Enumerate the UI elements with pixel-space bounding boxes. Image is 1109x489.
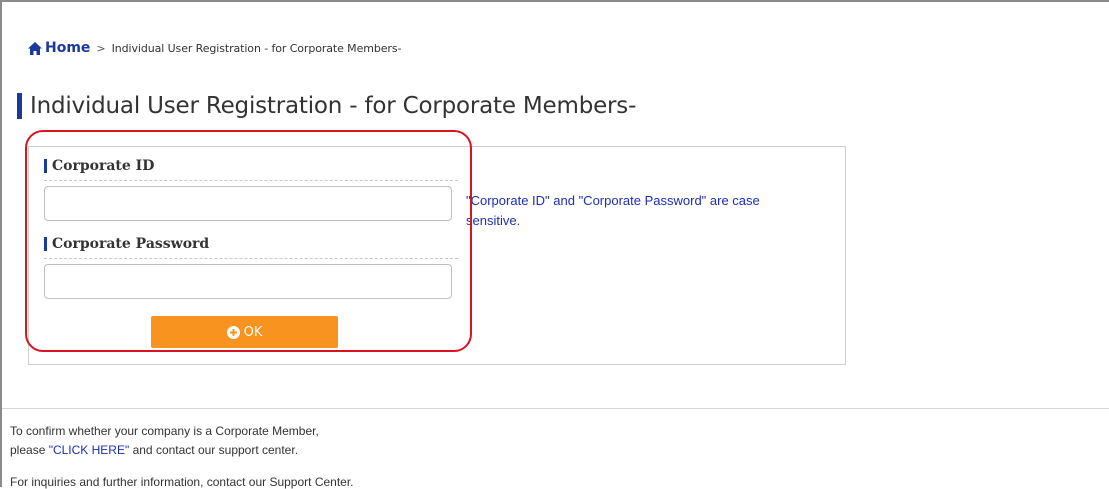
- section-divider: [2, 408, 1109, 409]
- window-frame-top: [0, 0, 1109, 2]
- title-accent-bar: [17, 93, 22, 119]
- corporate-id-input[interactable]: [44, 186, 452, 221]
- home-icon[interactable]: [28, 41, 42, 55]
- footer-line-2-prefix: please: [10, 443, 49, 457]
- corporate-id-label: Corporate ID: [44, 158, 154, 174]
- label-accent-bar: [44, 159, 47, 173]
- breadcrumb: Home > Individual User Registration - fo…: [28, 40, 401, 56]
- corporate-id-label-text: Corporate ID: [52, 158, 155, 174]
- footer-line-2-suffix: and contact our support center.: [129, 443, 299, 457]
- page-title: Individual User Registration - for Corpo…: [17, 93, 636, 119]
- footer-line-1: To confirm whether your company is a Cor…: [10, 424, 319, 438]
- breadcrumb-current: Individual User Registration - for Corpo…: [111, 41, 402, 55]
- corporate-password-input[interactable]: [44, 264, 452, 299]
- window-frame-left: [0, 0, 2, 487]
- label-divider: [44, 258, 458, 259]
- click-here-link[interactable]: "CLICK HERE": [49, 443, 130, 457]
- corporate-password-label: Corporate Password: [44, 236, 209, 252]
- case-sensitive-note: "Corporate ID" and "Corporate Password" …: [466, 193, 760, 228]
- label-accent-bar: [44, 237, 47, 251]
- label-divider: [44, 180, 458, 181]
- corporate-password-label-text: Corporate Password: [52, 236, 210, 252]
- breadcrumb-separator: >: [96, 41, 106, 55]
- ok-button[interactable]: OK: [151, 316, 338, 348]
- ok-button-label: OK: [243, 324, 263, 340]
- plus-circle-icon: [226, 325, 240, 339]
- footer-line-2: please "CLICK HERE" and contact our supp…: [10, 443, 298, 457]
- page-title-text: Individual User Registration - for Corpo…: [30, 93, 637, 119]
- breadcrumb-home-link[interactable]: Home: [45, 40, 90, 56]
